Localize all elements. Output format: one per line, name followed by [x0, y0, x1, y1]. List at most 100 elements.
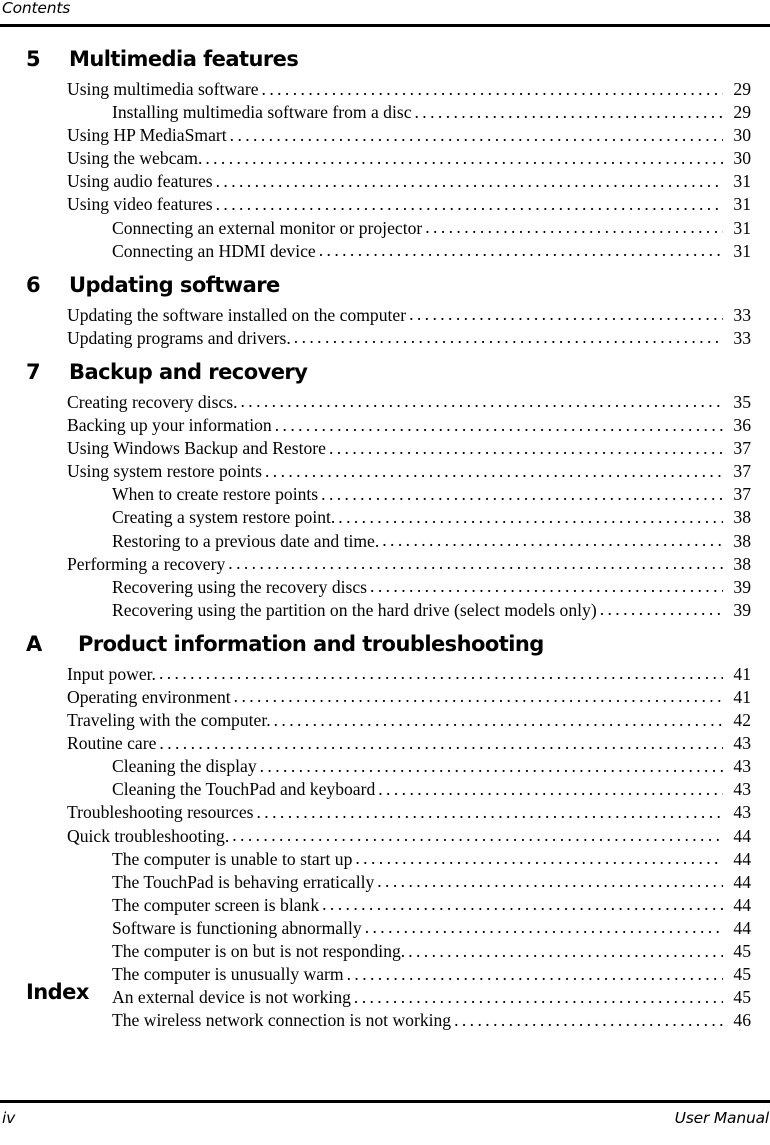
dot-leader: [260, 755, 723, 778]
toc-entry-title: Using HP MediaSmart: [67, 125, 227, 146]
toc-entry-title: The computer screen is blank: [112, 894, 320, 915]
toc-entry[interactable]: Quick troubleshooting. 44: [0, 825, 770, 848]
toc-entry[interactable]: Using video features 31: [0, 193, 770, 216]
toc-entry-page-number: 39: [733, 599, 751, 620]
toc-entry[interactable]: The wireless network connection is not w…: [0, 1009, 770, 1032]
toc-entry-page-number: 44: [733, 894, 751, 915]
dot-leader: [322, 893, 723, 916]
toc-entry[interactable]: Operating environment 41: [0, 686, 770, 709]
running-footer: iv User Manual: [0, 1100, 770, 1145]
toc-entry[interactable]: Cleaning the display 43: [0, 755, 770, 778]
toc-entry-title: Restoring to a previous date and time.: [112, 530, 380, 551]
toc-entry-page-number: 29: [733, 102, 751, 123]
toc-entry-page-number: 33: [733, 304, 751, 325]
toc-entry-title: Using system restore points: [67, 461, 262, 482]
footer-page-number: iv: [2, 1109, 16, 1127]
dot-leader: [347, 963, 723, 986]
dot-leader: [257, 801, 723, 824]
chapter-number: 5: [26, 47, 41, 71]
toc-entry[interactable]: The computer is on but is not responding…: [0, 940, 770, 963]
toc-entry[interactable]: The computer is unusually warm 45: [0, 963, 770, 986]
toc-entry[interactable]: The computer screen is blank 44: [0, 894, 770, 917]
toc-chapter-heading-7[interactable]: 7 Backup and recovery: [0, 357, 770, 391]
dot-leader: [274, 709, 723, 732]
dot-leader: [228, 552, 723, 575]
toc-entry-title: When to create restore points: [112, 484, 319, 505]
toc-entry[interactable]: Using multimedia software 29: [0, 78, 770, 101]
toc-entry-title: The computer is unusually warm: [112, 964, 344, 985]
dot-leader: [408, 940, 723, 963]
toc-entry[interactable]: Using Windows Backup and Restore 37: [0, 437, 770, 460]
toc-entry[interactable]: Using audio features 31: [0, 170, 770, 193]
index-heading[interactable]: Index: [26, 980, 89, 1004]
toc-entry[interactable]: Restoring to a previous date and time. 38: [0, 530, 770, 553]
toc-entry-title: Traveling with the computer.: [67, 710, 271, 731]
toc-entry-page-number: 39: [733, 576, 751, 597]
toc-entry[interactable]: Using HP MediaSmart 30: [0, 124, 770, 147]
toc-entry-page-number: 31: [733, 194, 751, 215]
chapter-number: A: [26, 631, 42, 656]
dot-leader: [294, 326, 723, 349]
toc-entry[interactable]: Installing multimedia software from a di…: [0, 101, 770, 124]
toc-chapter-heading-5[interactable]: 5 Multimedia features: [0, 44, 770, 78]
toc-entry[interactable]: Updating the software installed on the c…: [0, 304, 770, 327]
toc-entry-title: Backing up your information: [67, 415, 272, 436]
toc-entry[interactable]: Creating recovery discs. 35: [0, 391, 770, 414]
toc-entry[interactable]: Routine care 43: [0, 732, 770, 755]
toc-entry-page-number: 31: [733, 171, 751, 192]
toc-entry-title: Using Windows Backup and Restore: [67, 438, 326, 459]
toc-entry[interactable]: Connecting an external monitor or projec…: [0, 217, 770, 240]
dot-leader: [275, 414, 723, 437]
dot-leader: [409, 303, 723, 326]
toc-entry[interactable]: Cleaning the TouchPad and keyboard 43: [0, 778, 770, 801]
toc-entry[interactable]: Recovering using the recovery discs 39: [0, 576, 770, 599]
toc-entry-page-number: 35: [733, 391, 751, 412]
chapter-title: Updating software: [69, 272, 280, 297]
toc-entry[interactable]: Backing up your information 36: [0, 414, 770, 437]
toc-entry[interactable]: Using the webcam. 30: [0, 147, 770, 170]
toc-entry[interactable]: Creating a system restore point. 38: [0, 506, 770, 529]
running-header: Contents: [0, 0, 770, 27]
dot-leader: [370, 575, 723, 598]
toc-entry[interactable]: When to create restore points 37: [0, 483, 770, 506]
toc-entry[interactable]: Recovering using the partition on the ha…: [0, 599, 770, 622]
toc-entry[interactable]: The TouchPad is behaving erratically 44: [0, 871, 770, 894]
dot-leader: [329, 437, 723, 460]
footer-document-title: User Manual: [674, 1109, 770, 1127]
chapter-spacer: [0, 622, 770, 629]
toc-entry[interactable]: Performing a recovery 38: [0, 553, 770, 576]
dot-leader: [354, 986, 723, 1009]
toc-entry[interactable]: Input power. 41: [0, 663, 770, 686]
toc-entry[interactable]: Connecting an HDMI device 31: [0, 240, 770, 263]
table-of-contents: 5 Multimedia features Using multimedia sof…: [0, 44, 770, 1032]
toc-entry-title: Quick troubleshooting.: [67, 825, 230, 846]
toc-entry-page-number: 45: [733, 941, 751, 961]
toc-entry[interactable]: Using system restore points 37: [0, 460, 770, 483]
toc-entry[interactable]: Updating programs and drivers. 33: [0, 327, 770, 350]
dot-leader: [216, 193, 723, 216]
toc-entry-title: Performing a recovery: [67, 553, 226, 574]
dot-leader: [241, 390, 724, 413]
toc-chapter-heading-6[interactable]: 6 Updating software: [0, 270, 770, 304]
toc-entry-title: Creating a system restore point.: [112, 507, 336, 528]
toc-entry[interactable]: The computer is unable to start up 44: [0, 848, 770, 871]
toc-entry-page-number: 33: [733, 327, 751, 348]
dot-leader: [382, 529, 723, 552]
toc-entry-page-number: 43: [733, 779, 751, 800]
chapter-spacer: [0, 350, 770, 357]
toc-chapter-heading-a[interactable]: A Product information and troubleshooting: [0, 629, 770, 663]
chapter-title: Backup and recovery: [69, 359, 308, 384]
toc-entry[interactable]: An external device is not working 45: [0, 986, 770, 1009]
toc-entry-page-number: 44: [733, 825, 751, 846]
toc-entry[interactable]: Software is functioning abnormally 44: [0, 917, 770, 940]
chapter-spacer: [0, 263, 770, 270]
toc-entry-page-number: 44: [733, 917, 751, 938]
toc-entry-page-number: 37: [733, 438, 751, 459]
dot-leader: [234, 685, 723, 708]
toc-entry[interactable]: Traveling with the computer. 42: [0, 709, 770, 732]
toc-entry-title: Recovering using the recovery discs: [112, 576, 368, 597]
toc-entry[interactable]: Troubleshooting resources 43: [0, 801, 770, 824]
header-divider-rule: [0, 24, 770, 27]
dot-leader: [355, 847, 723, 870]
chapter-number: 6: [26, 272, 41, 297]
